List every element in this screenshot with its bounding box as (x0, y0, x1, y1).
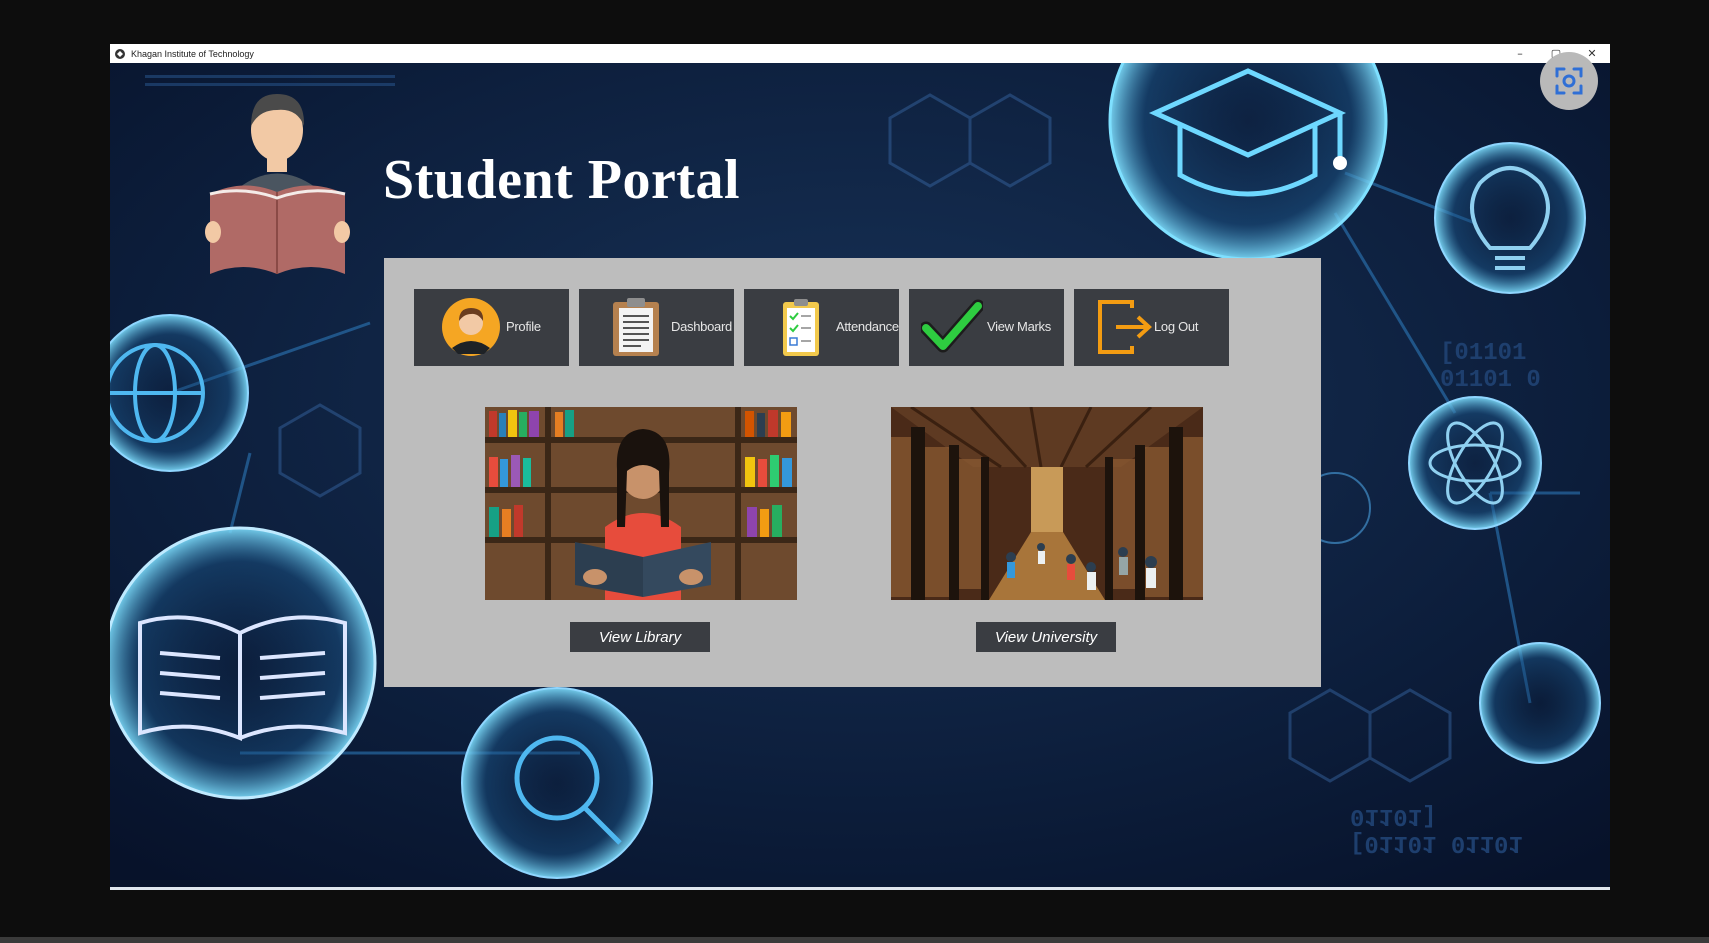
view-library-button[interactable]: View Library (570, 622, 710, 652)
dashboard-button[interactable]: Dashboard (579, 289, 734, 366)
view-university-button[interactable]: View University (976, 622, 1116, 652)
binary-text-bottom: [01101 01101 01101] (1350, 802, 1523, 856)
checklist-icon (783, 299, 819, 356)
clipboard-icon (613, 298, 659, 356)
window-bottom-border (110, 887, 1610, 890)
attendance-label: Attendance (836, 319, 899, 334)
screen-capture-button[interactable] (1540, 52, 1598, 110)
app-logo-icon (113, 47, 127, 61)
page-title: Student Portal (383, 149, 740, 211)
university-hall-photo (891, 407, 1203, 600)
minimize-button[interactable]: – (1502, 44, 1538, 63)
screen-capture-icon (1555, 67, 1583, 95)
checkmark-icon (921, 299, 983, 353)
logout-label: Log Out (1154, 319, 1199, 334)
profile-button[interactable]: Profile (414, 289, 569, 366)
profile-icon (442, 298, 500, 356)
library-reading-photo (485, 407, 797, 600)
view-marks-label: View Marks (987, 319, 1051, 334)
window-title: Khagan Institute of Technology (131, 48, 254, 59)
dashboard-label: Dashboard (671, 319, 732, 334)
attendance-button[interactable]: Attendance (744, 289, 899, 366)
profile-label: Profile (506, 319, 541, 334)
view-marks-button[interactable]: View Marks (909, 289, 1064, 366)
title-bar: Khagan Institute of Technology – ▢ ✕ (110, 44, 1610, 63)
app-window: Khagan Institute of Technology – ▢ ✕ [01… (110, 44, 1610, 890)
taskbar-edge (0, 937, 1709, 943)
main-panel: Profile Dashboard Attendance View Marks … (384, 258, 1321, 687)
binary-text-top: [01101 01101 0 (1440, 340, 1541, 394)
logout-button[interactable]: Log Out (1074, 289, 1229, 366)
student-reading-illustration (205, 94, 350, 274)
logout-icon (1098, 300, 1152, 354)
